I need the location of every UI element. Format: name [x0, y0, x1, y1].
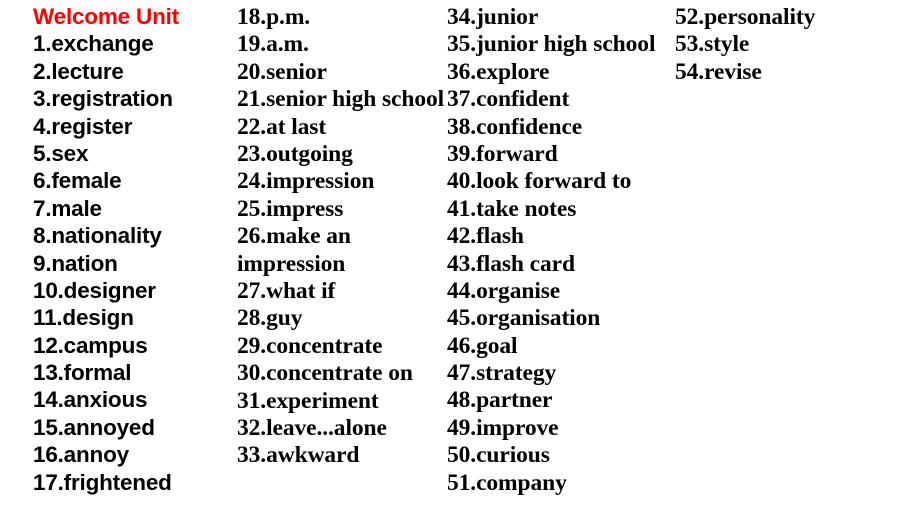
vocabulary-entry: 42.flash [447, 223, 524, 250]
vocabulary-entry: 54.revise [675, 58, 762, 85]
vocabulary-entry: 9.nation [33, 250, 118, 276]
vocabulary-entry: 47.strategy [447, 360, 557, 387]
vocabulary-entry: 30.concentrate on [237, 360, 413, 387]
vocabulary-entry: 23.outgoing [237, 140, 353, 167]
vocabulary-entry: 3.registration [33, 86, 173, 112]
vocabulary-entry: 34.junior [447, 4, 539, 30]
vocabulary-entry: 22.at last [237, 113, 327, 140]
vocabulary-entry: 1.exchange [33, 31, 154, 57]
vocabulary-entry: 6.female [33, 168, 122, 194]
vocabulary-entry: 15.annoyed [33, 414, 155, 440]
vocabulary-entry: 27.what if [237, 277, 336, 304]
vocabulary-entry: 25.impress [237, 195, 344, 222]
vocabulary-entry: 20.senior [237, 58, 327, 85]
vocabulary-entry: 31.experiment [237, 387, 379, 414]
vocabulary-entry: 45.organisation [447, 305, 601, 332]
vocabulary-list-slide: Welcome Unit 1.exchange 2.lecture 3.regi… [0, 0, 920, 518]
vocabulary-entry: 52.personality [675, 4, 816, 30]
vocabulary-entry: 53.style [675, 31, 750, 58]
vocabulary-entry: 10.designer [33, 277, 156, 303]
vocabulary-entry: 4.register [33, 113, 133, 139]
vocabulary-entry: 44.organise [447, 277, 561, 304]
vocabulary-entry: 24.impression [237, 168, 375, 195]
vocabulary-entry: 43.flash card [447, 250, 575, 277]
vocabulary-entry: 40.look forward to [447, 168, 632, 195]
vocabulary-entry: 49.improve [447, 414, 559, 441]
vocabulary-column-2: 18.p.m. 19.a.m. 20.senior 21.senior high… [237, 4, 445, 470]
vocabulary-entry: 32.leave...alone [237, 414, 387, 441]
vocabulary-entry: 2.lecture [33, 58, 124, 84]
vocabulary-entry: 41.take notes [447, 195, 577, 222]
vocabulary-entry: 37.confident [447, 86, 570, 113]
vocabulary-entry: 38.confidence [447, 113, 583, 140]
page-title: Welcome Unit [33, 4, 179, 29]
vocabulary-entry: 19.a.m. [237, 31, 309, 58]
vocabulary-entry: 26.make an impression [237, 223, 351, 277]
vocabulary-column-1: Welcome Unit 1.exchange 2.lecture 3.regi… [33, 3, 233, 496]
vocabulary-entry: 36.explore [447, 58, 550, 85]
vocabulary-column-3: 34.junior 35.junior high school 36.explo… [447, 4, 672, 497]
vocabulary-entry: 35.junior high school [447, 31, 656, 58]
vocabulary-entry: 14.anxious [33, 387, 148, 413]
vocabulary-entry: 21.senior high school [237, 86, 445, 113]
vocabulary-entry: 28.guy [237, 305, 303, 332]
vocabulary-entry: 12.campus [33, 332, 148, 358]
vocabulary-entry: 11.design [33, 305, 134, 331]
vocabulary-entry: 7.male [33, 195, 102, 221]
vocabulary-entry: 39.forward [447, 140, 558, 167]
vocabulary-entry: 17.frightened [33, 469, 172, 495]
vocabulary-entry: 16.annoy [33, 442, 129, 468]
vocabulary-entry: 48.partner [447, 387, 553, 414]
vocabulary-entry: 18.p.m. [237, 4, 311, 30]
vocabulary-entry: 51.company [447, 469, 567, 496]
vocabulary-entry: 5.sex [33, 140, 89, 166]
vocabulary-entry: 8.nationality [33, 223, 162, 249]
vocabulary-entry: 50.curious [447, 442, 550, 469]
vocabulary-entry: 33.awkward [237, 442, 360, 469]
vocabulary-column-4: 52.personality 53.style 54.revise [675, 4, 910, 86]
vocabulary-entry: 29.concentrate [237, 332, 383, 359]
vocabulary-entry: 13.formal [33, 360, 132, 386]
vocabulary-entry: 46.goal [447, 332, 518, 359]
